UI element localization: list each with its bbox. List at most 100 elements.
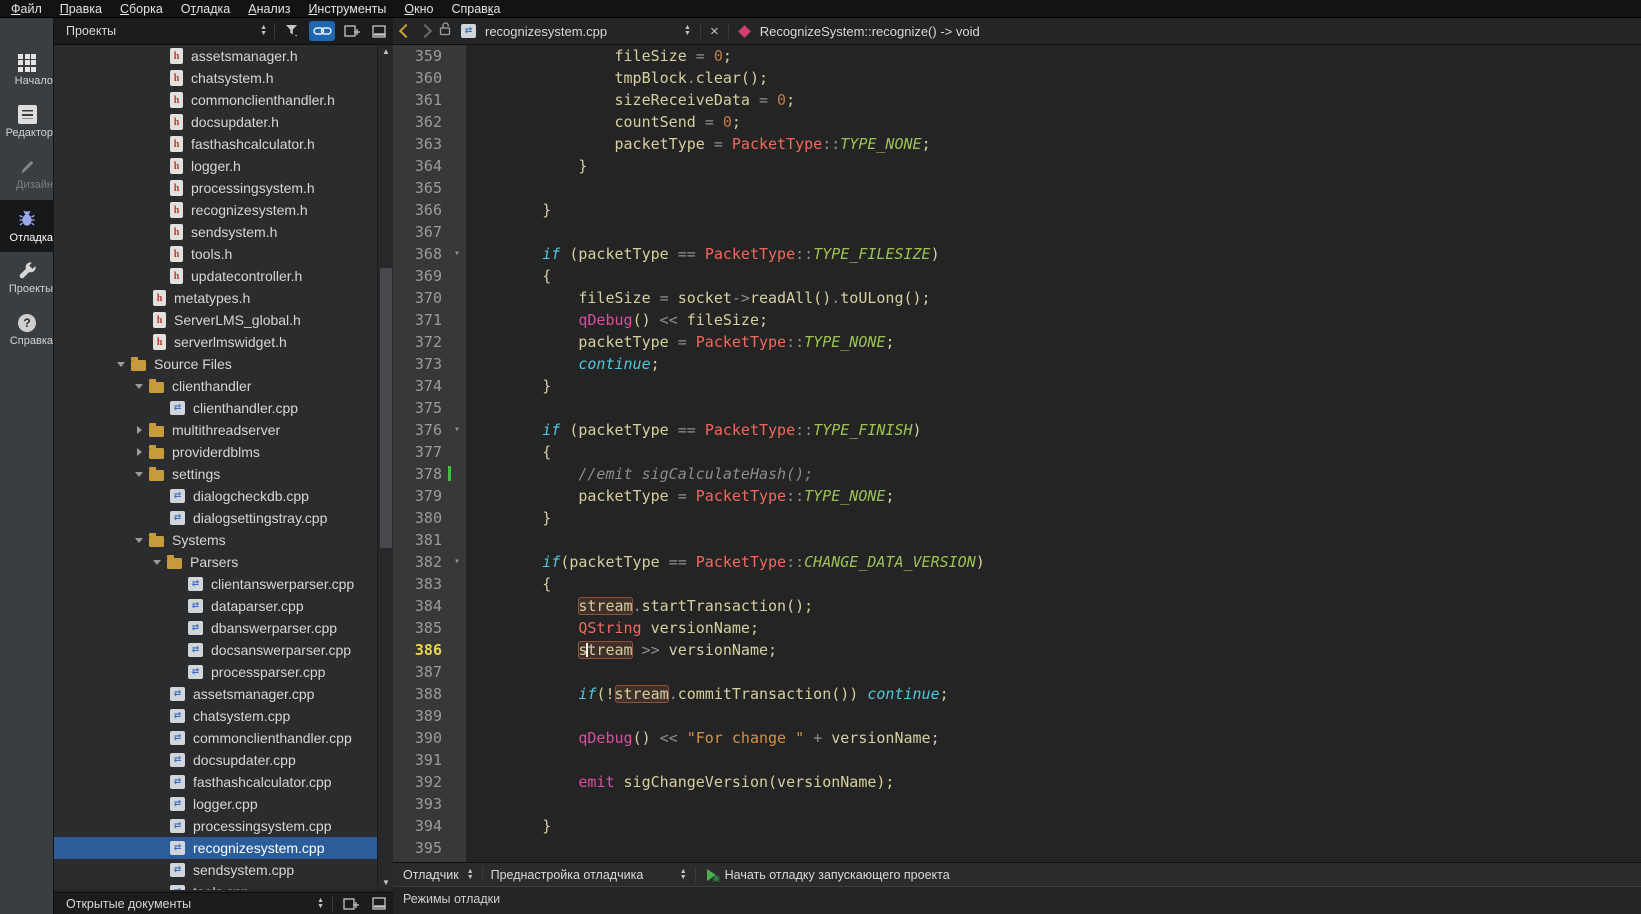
chevron-down-icon[interactable] [117, 358, 131, 371]
line-number[interactable]: 374 [393, 375, 448, 397]
code-line[interactable]: 382▾ if(packetType == PacketType::CHANGE… [393, 551, 1641, 573]
sidebar-item-welcome[interactable]: Начало [0, 44, 54, 96]
code-line[interactable]: 371 qDebug() << fileSize; [393, 309, 1641, 331]
code-line[interactable]: 387 [393, 661, 1641, 683]
line-number[interactable]: 392 [393, 771, 448, 793]
code-line[interactable]: 385 QString versionName; [393, 617, 1641, 639]
tree-item[interactable]: ⇄sendsystem.cpp [54, 859, 377, 881]
tree-item[interactable]: hsendsystem.h [54, 221, 377, 243]
chevron-down-icon[interactable] [153, 556, 167, 569]
tree-item[interactable]: ⇄docsanswerparser.cpp [54, 639, 377, 661]
code-text[interactable]: QString versionName; [470, 617, 759, 639]
menu-отладка[interactable]: Отладка [172, 0, 239, 18]
line-number[interactable]: 376 [393, 419, 448, 441]
line-number[interactable]: 359 [393, 45, 448, 67]
line-number[interactable]: 377 [393, 441, 448, 463]
tree-scrollbar[interactable]: ▲ ▼ [377, 45, 393, 890]
document-selector[interactable]: recognizesystem.cpp [485, 24, 675, 39]
line-number[interactable]: 373 [393, 353, 448, 375]
code-text[interactable]: if(packetType == PacketType::CHANGE_DATA… [470, 551, 985, 573]
code-line[interactable]: 392 emit sigChangeVersion(versionName); [393, 771, 1641, 793]
line-number[interactable]: 363 [393, 133, 448, 155]
code-editor[interactable]: 359 fileSize = 0;360 tmpBlock.clear();36… [393, 45, 1641, 862]
code-text[interactable]: { [470, 573, 551, 595]
code-text[interactable]: } [470, 507, 551, 529]
tree-item[interactable]: hcommonclienthandler.h [54, 89, 377, 111]
tree-item[interactable]: hupdatecontroller.h [54, 265, 377, 287]
code-line[interactable]: 384 stream.startTransaction(); [393, 595, 1641, 617]
code-line[interactable]: 376▾ if (packetType == PacketType::TYPE_… [393, 419, 1641, 441]
chevron-down-icon[interactable] [135, 534, 149, 547]
code-lines[interactable]: 359 fileSize = 0;360 tmpBlock.clear();36… [393, 45, 1641, 859]
tree-item[interactable]: hfasthashcalculator.h [54, 133, 377, 155]
line-number[interactable]: 391 [393, 749, 448, 771]
code-text[interactable]: tmpBlock.clear(); [470, 67, 768, 89]
code-text[interactable]: } [470, 155, 587, 177]
close-panel-icon[interactable] [369, 21, 389, 41]
menu-файл[interactable]: Файл [2, 0, 51, 18]
code-text[interactable]: { [470, 441, 551, 463]
code-text[interactable]: emit sigChangeVersion(versionName); [470, 771, 894, 793]
code-line[interactable]: 359 fileSize = 0; [393, 45, 1641, 67]
tree-item[interactable]: ⇄assetsmanager.cpp [54, 683, 377, 705]
code-line[interactable]: 364 } [393, 155, 1641, 177]
code-line[interactable]: 362 countSend = 0; [393, 111, 1641, 133]
line-number[interactable]: 369 [393, 265, 448, 287]
code-line[interactable]: 365 [393, 177, 1641, 199]
line-number[interactable]: 378 [393, 463, 448, 485]
symbol-breadcrumb[interactable]: RecognizeSystem::recognize() -> void [760, 24, 980, 39]
tree-item[interactable]: hdocsupdater.h [54, 111, 377, 133]
tree-item[interactable]: ⇄docsupdater.cpp [54, 749, 377, 771]
code-line[interactable]: 390 qDebug() << "For change " + versionN… [393, 727, 1641, 749]
debugger-combo[interactable]: Отладчик ▲▼ [403, 868, 474, 882]
code-text[interactable]: fileSize = socket->readAll().toULong(); [470, 287, 931, 309]
tree-item[interactable]: settings [54, 463, 377, 485]
code-line[interactable]: 363 packetType = PacketType::TYPE_NONE; [393, 133, 1641, 155]
menu-окно[interactable]: Окно [395, 0, 442, 18]
fold-marker-icon[interactable]: ▾ [448, 419, 466, 441]
code-line[interactable]: 373 continue; [393, 353, 1641, 375]
code-line[interactable]: 394 } [393, 815, 1641, 837]
tree-item[interactable]: ⇄dialogsettingstray.cpp [54, 507, 377, 529]
panel-selector-combo[interactable]: ▲▼ [317, 898, 324, 910]
code-line[interactable]: 372 packetType = PacketType::TYPE_NONE; [393, 331, 1641, 353]
line-number[interactable]: 370 [393, 287, 448, 309]
code-text[interactable]: continue; [470, 353, 660, 375]
line-number[interactable]: 382 [393, 551, 448, 573]
sidebar-item-help[interactable]: ? Справка [0, 304, 54, 356]
line-number[interactable]: 362 [393, 111, 448, 133]
go-back-icon[interactable] [399, 24, 413, 38]
code-line[interactable]: 378 //emit sigCalculateHash(); [393, 463, 1641, 485]
tree-item[interactable]: ⇄processparser.cpp [54, 661, 377, 683]
tree-item[interactable]: hlogger.h [54, 155, 377, 177]
code-text[interactable]: if (packetType == PacketType::TYPE_FINIS… [470, 419, 922, 441]
tree-item[interactable]: hprocessingsystem.h [54, 177, 377, 199]
tree-item[interactable]: ⇄dbanswerparser.cpp [54, 617, 377, 639]
code-line[interactable]: 367 [393, 221, 1641, 243]
tree-item[interactable]: multithreadserver [54, 419, 377, 441]
link-with-editor-icon[interactable] [309, 21, 335, 41]
fold-marker-icon[interactable]: ▾ [448, 243, 466, 265]
code-line[interactable]: 388 if(!stream.commitTransaction()) cont… [393, 683, 1641, 705]
tree-item[interactable]: ⇄clientanswerparser.cpp [54, 573, 377, 595]
code-text[interactable]: packetType = PacketType::TYPE_NONE; [470, 331, 894, 353]
code-line[interactable]: 366 } [393, 199, 1641, 221]
tree-item[interactable]: ⇄clienthandler.cpp [54, 397, 377, 419]
close-panel-icon[interactable] [369, 894, 389, 914]
tree-item[interactable]: ⇄processingsystem.cpp [54, 815, 377, 837]
fold-marker-icon[interactable]: ▾ [448, 551, 466, 573]
code-text[interactable]: stream.startTransaction(); [470, 595, 813, 617]
code-text[interactable]: { [470, 265, 551, 287]
code-line[interactable]: 368▾ if (packetType == PacketType::TYPE_… [393, 243, 1641, 265]
code-text[interactable]: packetType = PacketType::TYPE_NONE; [470, 133, 931, 155]
split-icon[interactable] [342, 21, 362, 41]
line-number[interactable]: 387 [393, 661, 448, 683]
code-text[interactable]: if(!stream.commitTransaction()) continue… [470, 683, 949, 705]
tree-item[interactable]: hserverlmswidget.h [54, 331, 377, 353]
code-line[interactable]: 393 [393, 793, 1641, 815]
code-text[interactable]: stream >> versionName; [470, 639, 777, 661]
tree-item[interactable]: ⇄tools.cpp [54, 881, 377, 890]
line-number[interactable]: 385 [393, 617, 448, 639]
line-number[interactable]: 381 [393, 529, 448, 551]
start-debug-button[interactable]: Начать отладку запускающего проекта [704, 867, 950, 883]
